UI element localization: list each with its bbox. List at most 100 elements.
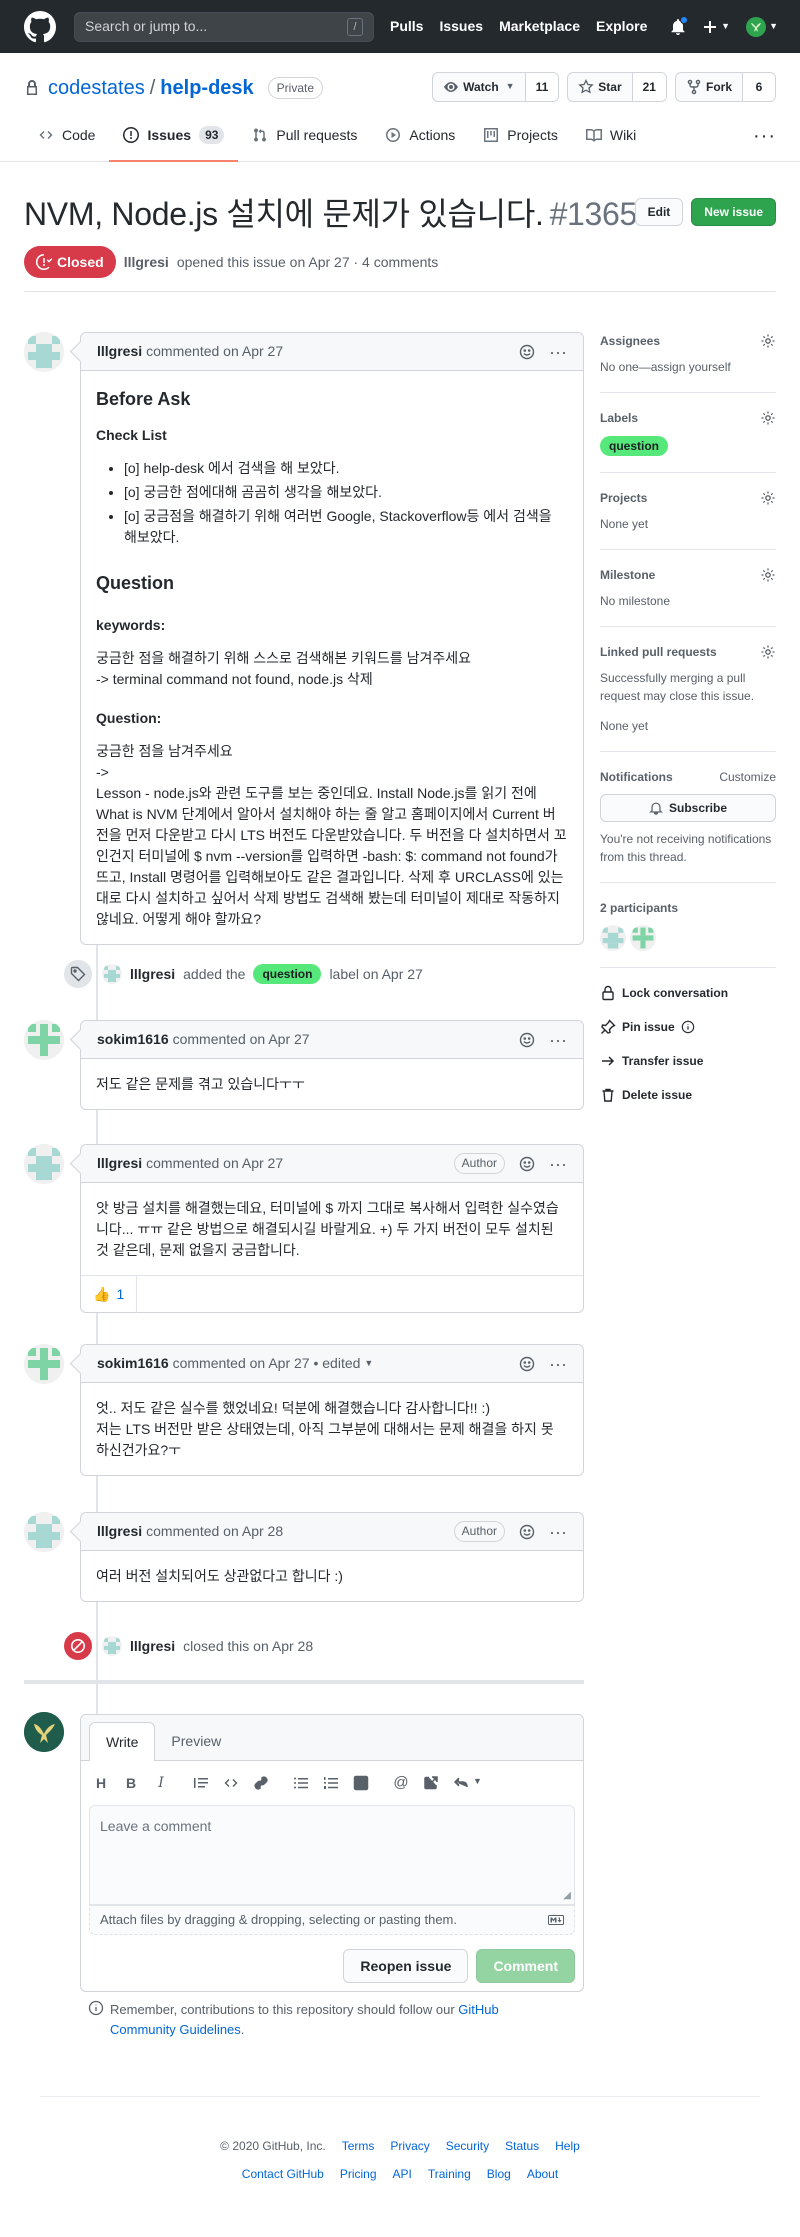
repo-name-link[interactable]: help-desk — [160, 73, 253, 103]
issue-author-link[interactable]: lllgresi — [124, 252, 169, 273]
avatar[interactable] — [24, 1712, 64, 1752]
code-icon[interactable] — [223, 1775, 239, 1791]
link-icon[interactable] — [253, 1775, 269, 1791]
smiley-icon[interactable] — [519, 1156, 535, 1172]
tab-pull-requests[interactable]: Pull requests — [238, 110, 371, 162]
avatar[interactable] — [24, 1020, 64, 1060]
event-actor[interactable]: lllgresi — [130, 1636, 175, 1657]
create-new-menu[interactable]: ▼ — [702, 19, 730, 35]
footer-link[interactable]: API — [393, 2165, 412, 2183]
participant-avatar[interactable] — [630, 925, 656, 951]
tab-wiki[interactable]: Wiki — [572, 110, 650, 162]
smiley-icon[interactable] — [519, 1524, 535, 1540]
repo-owner-link[interactable]: codestates — [48, 73, 145, 103]
footer-link[interactable]: Help — [555, 2137, 580, 2155]
user-menu[interactable]: ▼ — [746, 16, 778, 37]
gear-icon[interactable] — [760, 490, 776, 506]
cross-reference-icon[interactable] — [423, 1775, 439, 1791]
kebab-menu-icon[interactable]: ··· — [549, 1355, 567, 1373]
footer-link[interactable]: Pricing — [340, 2165, 377, 2183]
heading-icon[interactable]: H — [93, 1775, 109, 1791]
tab-write[interactable]: Write — [89, 1722, 156, 1761]
comment-textarea[interactable]: Leave a comment ◢ — [89, 1805, 575, 1905]
tab-preview[interactable]: Preview — [155, 1722, 237, 1760]
comment-author-link[interactable]: lllgresi — [97, 1153, 146, 1174]
task-list-icon[interactable] — [353, 1775, 369, 1791]
footer-link[interactable]: Blog — [487, 2165, 511, 2183]
file-attachment-zone[interactable]: Attach files by dragging & dropping, sel… — [89, 1905, 575, 1935]
chevron-down-icon[interactable]: ▼ — [364, 1357, 373, 1371]
search-input[interactable]: Search or jump to... / — [74, 11, 374, 42]
thumbs-up-reaction[interactable]: 👍 1 — [93, 1275, 138, 1313]
gear-icon[interactable] — [760, 567, 776, 583]
tab-code[interactable]: Code — [24, 110, 109, 162]
comment-submit-button[interactable]: Comment — [476, 1949, 575, 1983]
kebab-menu-icon[interactable]: ··· — [549, 1031, 567, 1049]
github-logo-icon[interactable] — [24, 10, 56, 43]
bold-icon[interactable]: B — [123, 1775, 139, 1791]
nav-issues[interactable]: Issues — [439, 16, 483, 37]
italic-icon[interactable]: I — [153, 1775, 169, 1791]
tab-projects[interactable]: Projects — [469, 110, 572, 162]
footer-link[interactable]: About — [527, 2165, 558, 2183]
ordered-list-icon[interactable] — [323, 1775, 339, 1791]
delete-issue-link[interactable]: Delete issue — [600, 1086, 776, 1104]
gear-icon[interactable] — [760, 333, 776, 349]
comment-author-link[interactable]: sokim1616 — [97, 1353, 173, 1374]
footer-link[interactable]: Privacy — [390, 2137, 429, 2155]
pin-issue-link[interactable]: Pin issue — [600, 1018, 776, 1036]
fork-count[interactable]: 6 — [743, 73, 775, 101]
subscribe-button[interactable]: Subscribe — [600, 794, 776, 822]
nav-pulls[interactable]: Pulls — [390, 16, 423, 37]
tab-actions[interactable]: Actions — [371, 110, 469, 162]
resize-handle-icon[interactable]: ◢ — [563, 1888, 571, 1903]
event-actor[interactable]: lllgresi — [130, 964, 175, 985]
star-count[interactable]: 21 — [632, 73, 666, 101]
avatar[interactable] — [102, 1636, 122, 1656]
lock-conversation-link[interactable]: Lock conversation — [600, 984, 776, 1002]
new-issue-button[interactable]: New issue — [691, 198, 776, 226]
participant-avatar[interactable] — [600, 925, 626, 951]
avatar[interactable] — [24, 1344, 64, 1384]
customize-link[interactable]: Customize — [719, 768, 776, 786]
kebab-menu-icon[interactable]: ··· — [549, 1523, 567, 1541]
fork-button[interactable]: Fork 6 — [674, 72, 776, 102]
avatar[interactable] — [102, 964, 122, 984]
footer-link[interactable]: Security — [446, 2137, 489, 2155]
watch-count[interactable]: 11 — [525, 73, 559, 101]
reply-icon[interactable] — [453, 1775, 469, 1791]
avatar[interactable] — [24, 1512, 64, 1552]
reopen-issue-button[interactable]: Reopen issue — [343, 1949, 469, 1983]
info-icon[interactable] — [681, 1020, 695, 1034]
markdown-icon[interactable] — [548, 1914, 564, 1926]
kebab-menu-icon[interactable]: ··· — [549, 343, 567, 361]
tab-issues[interactable]: Issues 93 — [109, 110, 239, 162]
comment-author-link[interactable]: lllgresi — [97, 341, 146, 362]
footer-link[interactable]: Status — [505, 2137, 539, 2155]
edit-title-button[interactable]: Edit — [634, 198, 684, 226]
more-tabs-icon[interactable]: ··· — [753, 110, 776, 162]
footer-link[interactable]: Contact GitHub — [242, 2165, 324, 2183]
smiley-icon[interactable] — [519, 1356, 535, 1372]
kebab-menu-icon[interactable]: ··· — [549, 1155, 567, 1173]
transfer-issue-link[interactable]: Transfer issue — [600, 1052, 776, 1070]
unordered-list-icon[interactable] — [293, 1775, 309, 1791]
smiley-icon[interactable] — [519, 1032, 535, 1048]
nav-marketplace[interactable]: Marketplace — [499, 16, 580, 37]
watch-button[interactable]: Watch ▼ 11 — [432, 72, 560, 102]
comment-author-link[interactable]: sokim1616 — [97, 1029, 173, 1050]
star-button[interactable]: Star 21 — [567, 72, 667, 102]
label-question[interactable]: question — [253, 964, 322, 984]
label-question[interactable]: question — [600, 436, 668, 456]
mention-icon[interactable]: @ — [393, 1774, 409, 1791]
nav-explore[interactable]: Explore — [596, 16, 647, 37]
avatar[interactable] — [24, 1144, 64, 1184]
comment-author-link[interactable]: lllgresi — [97, 1521, 146, 1542]
avatar[interactable] — [24, 332, 64, 372]
gear-icon[interactable] — [760, 644, 776, 660]
chevron-down-icon[interactable]: ▼ — [473, 1775, 482, 1791]
notifications-bell-icon[interactable] — [670, 15, 689, 35]
gear-icon[interactable] — [760, 410, 776, 426]
assign-yourself-link[interactable]: No one—assign yourself — [600, 358, 776, 376]
quote-icon[interactable] — [193, 1775, 209, 1791]
